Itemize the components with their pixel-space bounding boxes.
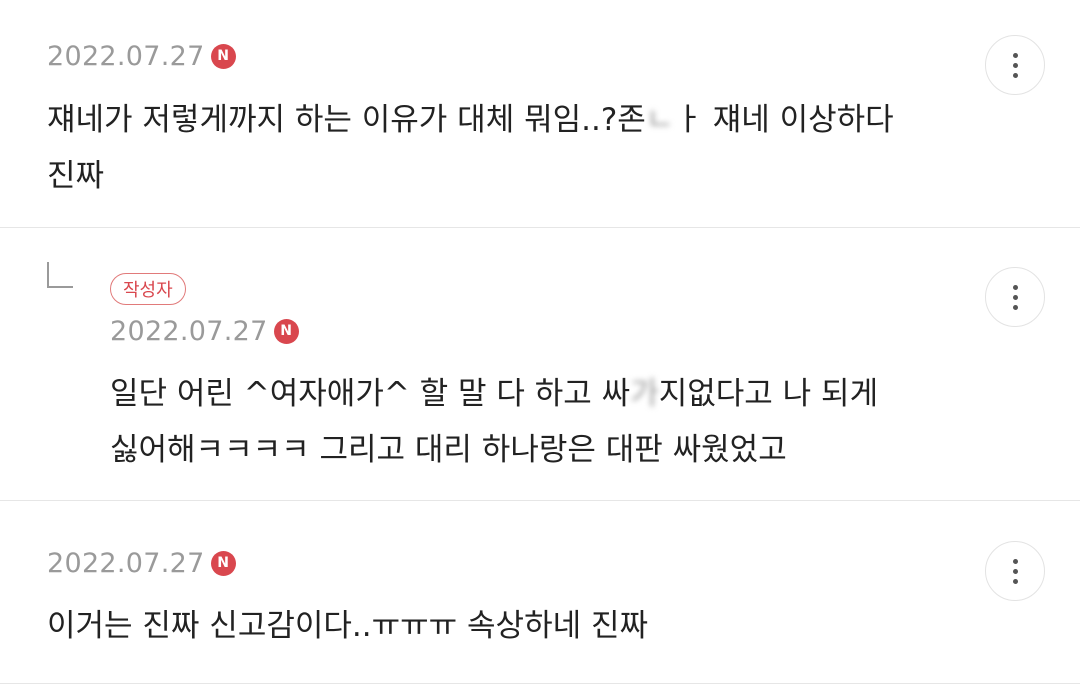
- comment-meta: 2022.07.27 N: [47, 38, 236, 74]
- new-badge-icon: N: [273, 318, 299, 344]
- comment-date: 2022.07.27: [47, 547, 205, 579]
- more-options-button[interactable]: [985, 35, 1045, 95]
- author-badge: 작성자: [110, 273, 186, 305]
- comment-text: 쟤네가 저렇게까지 하는 이유가 대체 뭐임..?존ㄴㅏ 쟤네 이상하다 진짜: [47, 92, 894, 204]
- divider: [0, 683, 1080, 684]
- more-vertical-icon: [1012, 52, 1018, 58]
- divider: [0, 500, 1080, 501]
- comment-date: 2022.07.27: [47, 40, 205, 72]
- new-badge-icon: N: [210, 550, 236, 576]
- comment-meta: 2022.07.27 N: [47, 545, 236, 581]
- comment-text: 이거는 진짜 신고감이다..ㅠㅠㅠ 속상하네 진짜: [47, 608, 649, 644]
- comment-date: 2022.07.27: [110, 315, 268, 347]
- divider: [0, 227, 1080, 228]
- more-vertical-icon: [1012, 558, 1018, 564]
- more-options-button[interactable]: [985, 267, 1045, 327]
- blurred-text: 가: [630, 376, 659, 412]
- more-vertical-icon: [1012, 284, 1018, 290]
- reply-arrow-icon: [47, 262, 73, 288]
- comment-text: 일단 어린 ^여자애가^ 할 말 다 하고 싸가지없다고 나 되게 싫어해ㅋㅋㅋ…: [110, 366, 878, 478]
- blurred-text: ㄴ: [645, 102, 675, 138]
- comment-meta: 2022.07.27 N: [110, 313, 299, 349]
- more-options-button[interactable]: [985, 541, 1045, 601]
- new-badge-icon: N: [210, 43, 236, 69]
